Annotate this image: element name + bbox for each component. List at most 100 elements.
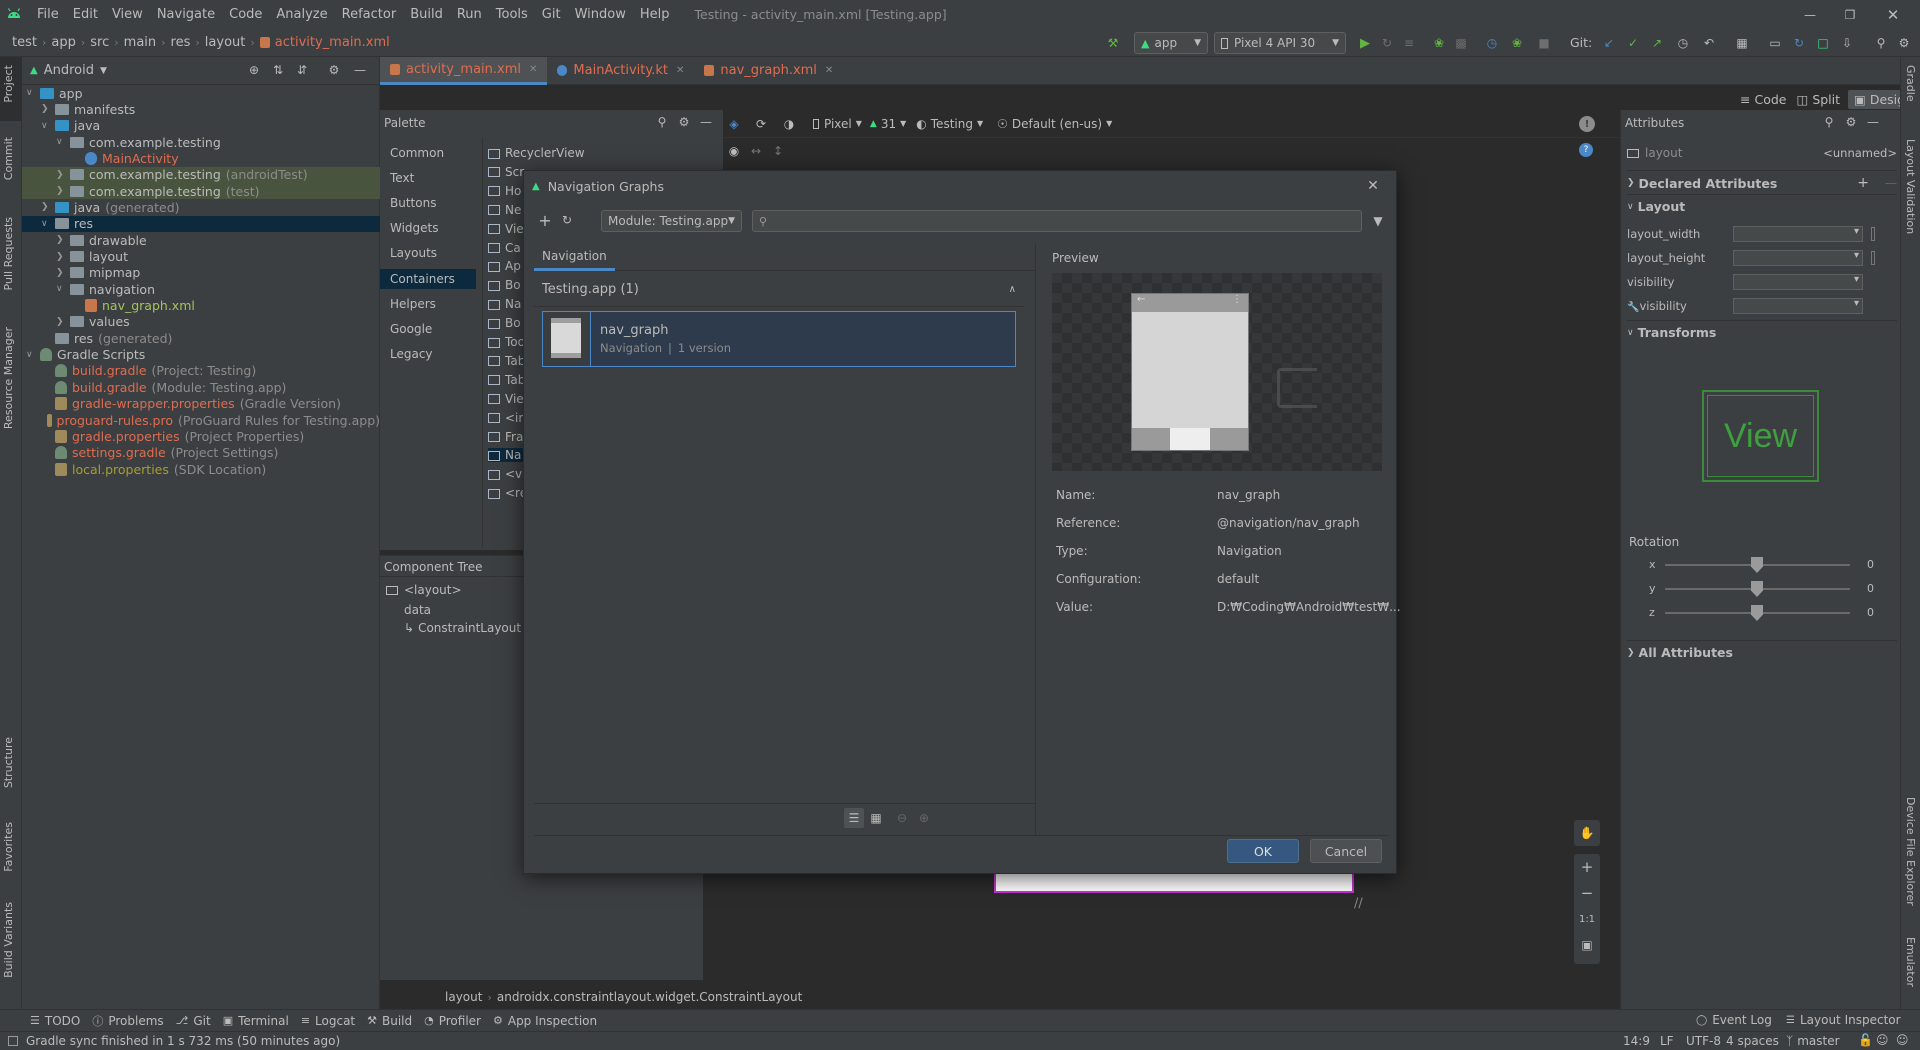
- tool-window-git[interactable]: ⎇ Git: [176, 1014, 211, 1028]
- palette-item[interactable]: Vie: [488, 222, 524, 236]
- tree-item[interactable]: build.gradle (Project: Testing): [22, 363, 380, 379]
- menu-edit[interactable]: Edit: [66, 0, 105, 29]
- device-dropdown[interactable]: Pixel ▼: [813, 117, 862, 131]
- project-view-select[interactable]: Android: [44, 63, 94, 78]
- palette-item[interactable]: Bo: [488, 316, 521, 330]
- palette-category[interactable]: Containers: [380, 268, 476, 289]
- menu-code[interactable]: Code: [222, 0, 269, 29]
- chevron-right-icon[interactable]: ❯: [56, 252, 70, 262]
- grid-view-icon[interactable]: ▦: [866, 808, 886, 828]
- tree-item[interactable]: ❯ values: [22, 314, 380, 330]
- palette-hide-icon[interactable]: —: [698, 113, 714, 131]
- tree-item[interactable]: gradle.properties (Project Properties): [22, 428, 380, 444]
- theme-dropdown[interactable]: ◐ Testing ▼: [916, 117, 983, 131]
- attr-picker-icon[interactable]: [1871, 227, 1875, 241]
- tree-item[interactable]: ❯ manifests: [22, 101, 380, 117]
- api-dropdown[interactable]: ▲ 31 ▼: [870, 117, 906, 131]
- tree-item[interactable]: build.gradle (Module: Testing.app): [22, 379, 380, 395]
- palette-item[interactable]: Bo: [488, 278, 521, 292]
- list-view-icon[interactable]: ☰: [844, 808, 864, 828]
- tool-tab-commit[interactable]: Commit: [2, 137, 15, 180]
- warning-info-icon[interactable]: !: [1579, 116, 1595, 132]
- file-encoding[interactable]: UTF-8: [1686, 1034, 1721, 1048]
- zoom-out-list-icon[interactable]: ⊖: [892, 808, 912, 828]
- attr-picker-icon[interactable]: [1871, 251, 1875, 265]
- tree-item[interactable]: local.properties (SDK Location): [22, 461, 380, 477]
- palette-item[interactable]: Vie: [488, 392, 524, 406]
- canvas-breadcrumb-constraint[interactable]: androidx.constraintlayout.widget.Constra…: [497, 990, 802, 1004]
- tree-item[interactable]: settings.gradle (Project Settings): [22, 445, 380, 461]
- code-mode-button[interactable]: ≡ Code: [1740, 92, 1787, 107]
- canvas-breadcrumb-layout[interactable]: layout: [445, 990, 482, 1004]
- rotation-x-slider[interactable]: [1751, 557, 1763, 573]
- tool-tab-structure[interactable]: Structure: [2, 737, 15, 788]
- palette-category[interactable]: Legacy: [390, 347, 433, 361]
- sdk-manager-icon[interactable]: ⇩: [1838, 33, 1856, 53]
- all-attributes-header[interactable]: ❯ All Attributes: [1627, 640, 1897, 660]
- tool-tab-gradle[interactable]: Gradle: [1904, 65, 1917, 102]
- split-mode-button[interactable]: ◫ Split: [1797, 92, 1841, 107]
- tool-tab-favorites[interactable]: Favorites: [2, 822, 15, 872]
- breadcrumb-app[interactable]: app: [51, 35, 75, 50]
- add-graph-icon[interactable]: +: [536, 211, 554, 230]
- menu-help[interactable]: Help: [633, 0, 677, 29]
- tree-item[interactable]: ❯ layout: [22, 249, 380, 265]
- avd-manager-icon[interactable]: □: [1814, 33, 1832, 53]
- sync-gradle-icon[interactable]: ↻: [1790, 33, 1808, 53]
- tool-window-profiler[interactable]: ◔ Profiler: [424, 1014, 481, 1028]
- tree-item[interactable]: ❯ com.example.testing (androidTest): [22, 166, 380, 183]
- add-attribute-icon[interactable]: +: [1857, 175, 1869, 191]
- palette-item[interactable]: <ir: [488, 411, 523, 425]
- zoom-to-fit-icon[interactable]: ▣: [1574, 932, 1600, 958]
- close-tab-icon[interactable]: ✕: [825, 65, 833, 76]
- tree-item[interactable]: MainActivity: [22, 150, 380, 166]
- rerun-icon[interactable]: ↻: [1378, 33, 1396, 53]
- tool-window-layout-inspector[interactable]: ☰ Layout Inspector: [1786, 1013, 1901, 1027]
- visibility-combo[interactable]: [1733, 274, 1863, 290]
- chevron-down-icon[interactable]: ∨: [41, 219, 55, 229]
- editor-tab[interactable]: nav_graph.xml ✕: [694, 57, 843, 85]
- palette-item[interactable]: Tab: [488, 373, 525, 387]
- project-structure-icon[interactable]: ▦: [1733, 33, 1751, 53]
- chevron-right-icon[interactable]: ❯: [56, 235, 70, 245]
- palette-item[interactable]: Fra: [488, 430, 523, 444]
- eye-icon[interactable]: ◉: [723, 144, 745, 158]
- ok-button[interactable]: OK: [1227, 839, 1299, 863]
- remove-attribute-icon[interactable]: —: [1885, 176, 1897, 190]
- tree-item[interactable]: ❯ mipmap: [22, 265, 380, 281]
- locale-dropdown[interactable]: ☉ Default (en-us) ▼: [997, 117, 1112, 131]
- git-history-icon[interactable]: ◷: [1674, 33, 1692, 53]
- settings-icon[interactable]: ⚙: [1895, 33, 1913, 53]
- tree-item[interactable]: ∨ java: [22, 118, 380, 134]
- tool-tab-resource-manager[interactable]: Resource Manager: [2, 327, 15, 429]
- orientation-icon[interactable]: ⟳: [749, 117, 773, 131]
- palette-item[interactable]: Tab: [488, 354, 525, 368]
- tree-item[interactable]: res (generated): [22, 330, 380, 346]
- chevron-down-icon[interactable]: ∨: [56, 284, 70, 294]
- palette-category[interactable]: Text: [390, 171, 414, 185]
- tool-window-event-log[interactable]: ◯ Event Log: [1696, 1013, 1772, 1027]
- tree-item[interactable]: ❯ java (generated): [22, 199, 380, 215]
- tree-item[interactable]: ∨ res: [22, 215, 380, 232]
- component-id[interactable]: <unnamed>: [1823, 146, 1897, 160]
- tree-item[interactable]: nav_graph.xml: [22, 298, 380, 314]
- component-tree-data[interactable]: data: [404, 603, 431, 617]
- hammer-icon[interactable]: ⚒: [1104, 34, 1122, 52]
- device-select[interactable]: Pixel 4 API 30 ▼: [1214, 32, 1346, 54]
- tool-window-terminal[interactable]: ▣ Terminal: [223, 1014, 289, 1028]
- tool-tab-layout-validation[interactable]: Layout Validation: [1904, 139, 1917, 234]
- palette-category[interactable]: Buttons: [390, 196, 436, 210]
- tools-visibility-combo[interactable]: [1733, 298, 1863, 314]
- close-tab-icon[interactable]: ✕: [676, 65, 684, 76]
- menu-git[interactable]: Git: [535, 0, 568, 29]
- dialog-search-input[interactable]: ⚲: [752, 210, 1362, 232]
- search-everywhere-icon[interactable]: ⚲: [1872, 33, 1890, 53]
- lock-icon[interactable]: 🔓: [1858, 1033, 1873, 1047]
- attributes-settings-icon[interactable]: ⚙: [1843, 113, 1859, 131]
- run-icon[interactable]: ▶: [1356, 33, 1374, 53]
- palette-item[interactable]: RecyclerView: [488, 146, 585, 160]
- caret-position[interactable]: 14:9: [1623, 1034, 1650, 1048]
- breadcrumb-layout[interactable]: layout: [205, 35, 246, 50]
- palette-category[interactable]: Helpers: [390, 297, 436, 311]
- chevron-right-icon[interactable]: ❯: [56, 268, 70, 278]
